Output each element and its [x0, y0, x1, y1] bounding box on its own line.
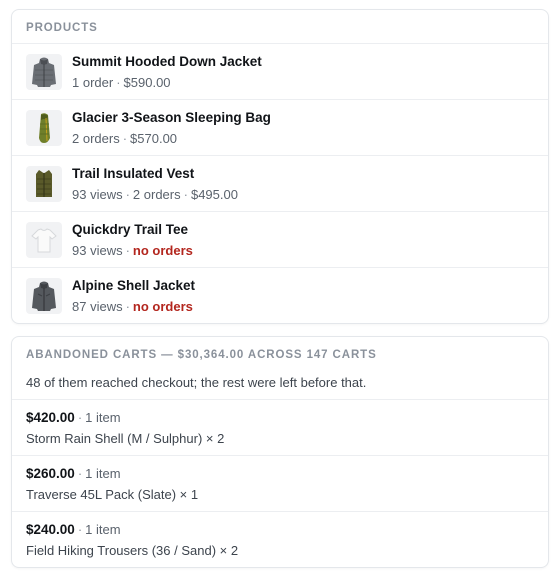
sleeping-bag-icon — [26, 110, 62, 146]
product-name[interactable]: Quickdry Trail Tee — [72, 222, 188, 237]
cart-amount: $420.00 — [26, 410, 75, 425]
abandoned-carts-card: ABANDONED CARTS — $30,364.00 ACROSS 147 … — [11, 336, 549, 568]
products-title: PRODUCTS — [26, 22, 98, 34]
abandoned-carts-title: ABANDONED CARTS — $30,364.00 ACROSS 147 … — [26, 349, 377, 361]
shell-jacket-icon — [26, 278, 62, 314]
product-meta: 1 order · $590.00 — [72, 75, 171, 90]
cart-item-count: 1 item — [85, 466, 121, 481]
cart-row[interactable]: $260.00 · 1 item Traverse 45L Pack (Slate)… — [12, 455, 548, 511]
product-name[interactable]: Trail Insulated Vest — [72, 166, 194, 181]
product-revenue: $590.00 — [123, 75, 171, 90]
product-name[interactable]: Glacier 3-Season Sleeping Bag — [72, 110, 271, 125]
cart-item-count: 1 item — [85, 410, 121, 425]
cart-amount: $240.00 — [26, 522, 75, 537]
product-row[interactable]: Alpine Shell Jacket 87 views · no orders — [12, 267, 548, 323]
product-name[interactable]: Summit Hooded Down Jacket — [72, 54, 262, 69]
cart-row[interactable]: $420.00 · 1 item Storm Rain Shell (M / Sul… — [12, 399, 548, 455]
cart-header: $420.00 · 1 item — [26, 410, 121, 425]
product-orders: 2 orders — [72, 131, 120, 146]
cart-line-item: Field Hiking Trousers (36 / Sand) × 2 — [26, 543, 239, 558]
product-views: 93 views — [72, 187, 123, 202]
product-row[interactable]: Trail Insulated Vest 93 views · 2 orders · $… — [12, 155, 548, 211]
product-views: 93 views — [72, 243, 123, 258]
products-card: PRODUCTS Summit Hooded Down Jacket 1 ord… — [11, 9, 549, 324]
cart-header: $260.00 · 1 item — [26, 466, 121, 481]
product-meta: 93 views · no orders — [72, 243, 193, 258]
product-orders: 2 orders — [132, 187, 181, 202]
vest-icon — [26, 166, 62, 202]
product-meta: 87 views · no orders — [72, 299, 193, 314]
down-jacket-icon — [26, 54, 62, 90]
abandoned-carts-summary: 48 of them reached checkout; the rest we… — [26, 375, 367, 390]
product-row[interactable]: Quickdry Trail Tee 93 views · no orders — [12, 211, 548, 267]
no-orders-badge: no orders — [132, 243, 193, 258]
cart-item-count: 1 item — [85, 522, 121, 537]
product-meta: 93 views · 2 orders · $495.00 — [72, 187, 238, 202]
product-row[interactable]: Summit Hooded Down Jacket 1 order · $590.0… — [12, 43, 548, 99]
no-orders-badge: no orders — [132, 299, 193, 314]
product-revenue: $570.00 — [130, 131, 178, 146]
cart-amount: $260.00 — [26, 466, 75, 481]
cart-row[interactable]: $240.00 · 1 item Field Hiking Trousers (36… — [12, 511, 548, 567]
cart-line-item: Traverse 45L Pack (Slate) × 1 — [26, 487, 199, 502]
cart-line-item: Storm Rain Shell (M / Sulphur) × 2 — [26, 431, 225, 446]
tee-icon — [26, 222, 62, 258]
product-row[interactable]: Glacier 3-Season Sleeping Bag 2 orders · $… — [12, 99, 548, 155]
product-orders: 1 order — [72, 75, 114, 90]
product-name[interactable]: Alpine Shell Jacket — [72, 278, 195, 293]
product-revenue: $495.00 — [190, 187, 238, 202]
product-views: 87 views — [72, 299, 123, 314]
product-meta: 2 orders · $570.00 — [72, 131, 178, 146]
cart-header: $240.00 · 1 item — [26, 522, 121, 537]
